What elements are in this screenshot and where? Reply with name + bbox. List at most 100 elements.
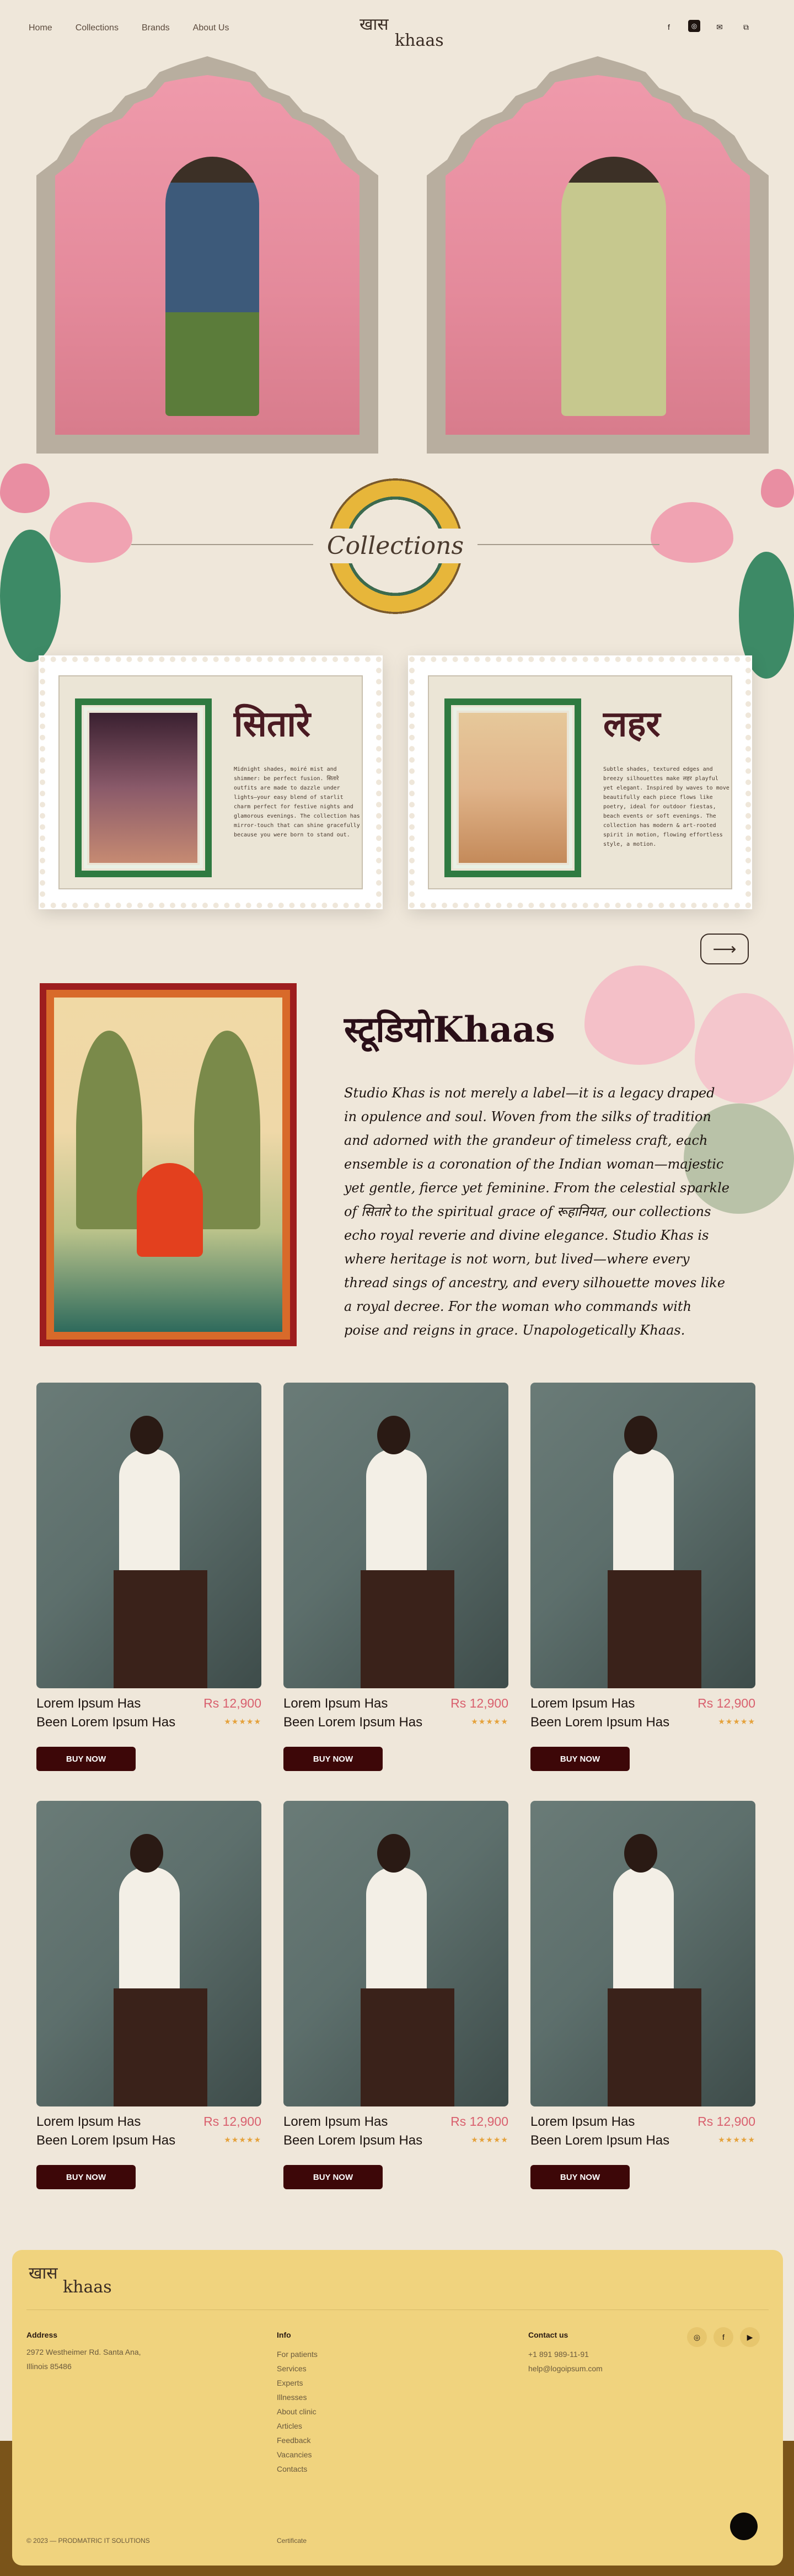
divider-line xyxy=(478,544,659,545)
chat-button[interactable] xyxy=(730,2513,758,2540)
youtube-icon[interactable]: ▶ xyxy=(740,2327,760,2347)
product-card[interactable]: Lorem Ipsum Has Been Lorem Ipsum Has Rs 12… xyxy=(36,1801,261,2189)
hero-image-right[interactable] xyxy=(446,75,750,435)
next-arrow-button[interactable]: ⟶ xyxy=(700,934,749,964)
address-text: 2972 Westheimer Rd. Santa Ana, Illinois … xyxy=(26,2345,141,2374)
info-link[interactable]: Vacancies xyxy=(277,2447,318,2462)
nav-links: Home Collections Brands About Us xyxy=(29,23,229,33)
product-subname: Been Lorem Ipsum Has xyxy=(530,1715,670,1730)
buy-now-button[interactable]: BUY NOW xyxy=(283,1747,383,1771)
woman-figure-icon xyxy=(137,1163,203,1257)
address-heading: Address xyxy=(26,2330,58,2339)
rating-stars-icon: ★★★★★ xyxy=(224,2135,261,2144)
info-links: For patients Services Experts Illnesses … xyxy=(277,2347,318,2476)
nav-link-collections[interactable]: Collections xyxy=(76,23,119,33)
stamp-frame xyxy=(75,698,212,877)
info-link[interactable]: Experts xyxy=(277,2376,318,2390)
instagram-icon[interactable]: ◎ xyxy=(688,20,700,32)
hero-image-left[interactable] xyxy=(55,75,360,435)
rating-stars-icon: ★★★★★ xyxy=(224,1717,261,1726)
product-name: Lorem Ipsum Has xyxy=(36,1696,141,1711)
nav-link-about[interactable]: About Us xyxy=(193,23,229,33)
model-head xyxy=(130,1834,163,1873)
product-price: Rs 12,900 xyxy=(450,2114,508,2129)
product-image[interactable] xyxy=(530,1801,755,2106)
contact-email[interactable]: help@logoipsum.com xyxy=(528,2361,603,2376)
product-image[interactable] xyxy=(530,1383,755,1688)
collection-card-sitare[interactable]: सितारे Midnight shades, moiré mist and s… xyxy=(39,655,383,909)
info-link[interactable]: Contacts xyxy=(277,2462,318,2476)
rating-stars-icon: ★★★★★ xyxy=(471,2135,508,2144)
contact-text: +1 891 989-11-91 help@logoipsum.com xyxy=(528,2347,603,2376)
info-heading: Info xyxy=(277,2330,291,2339)
stamp-paper: लहर Subtle shades, textured edges and br… xyxy=(428,675,732,889)
copyright: © 2023 — PRODMATRIC IT SOLUTIONS xyxy=(26,2537,150,2545)
lotus-right-icon xyxy=(761,469,794,508)
rating-stars-icon: ★★★★★ xyxy=(718,1717,755,1726)
collection-photo xyxy=(89,713,197,863)
address-line: Illinois 85486 xyxy=(26,2362,72,2371)
product-subname: Been Lorem Ipsum Has xyxy=(283,1715,423,1730)
footer-social: ◎ f ▶ xyxy=(687,2327,760,2347)
collection-card-lahar[interactable]: लहर Subtle shades, textured edges and br… xyxy=(408,655,752,909)
buy-now-button[interactable]: BUY NOW xyxy=(530,2165,630,2189)
product-price: Rs 12,900 xyxy=(698,2114,755,2129)
info-link[interactable]: Services xyxy=(277,2361,318,2376)
collection-description: Subtle shades, textured edges and breezy… xyxy=(603,766,729,847)
product-subname: Been Lorem Ipsum Has xyxy=(530,2133,670,2148)
lotus-right-icon xyxy=(651,502,733,563)
tree-icon xyxy=(76,1031,142,1229)
studio-painting xyxy=(40,983,297,1346)
info-link[interactable]: Feedback xyxy=(277,2433,318,2447)
nav-link-brands[interactable]: Brands xyxy=(142,23,170,33)
product-image[interactable] xyxy=(283,1801,508,2106)
collection-name: सितारे xyxy=(234,703,311,745)
product-name: Lorem Ipsum Has xyxy=(530,2114,635,2129)
footer-logo-devanagari: खास xyxy=(29,2264,58,2283)
buy-now-button[interactable]: BUY NOW xyxy=(36,2165,136,2189)
product-name: Lorem Ipsum Has xyxy=(283,2114,388,2129)
product-price: Rs 12,900 xyxy=(698,1696,755,1710)
product-price: Rs 12,900 xyxy=(203,1696,261,1710)
contact-heading: Contact us xyxy=(528,2330,568,2339)
divider-line xyxy=(131,544,313,545)
mail-icon[interactable]: ✉ xyxy=(712,20,727,34)
product-image[interactable] xyxy=(36,1801,261,2106)
nav-link-home[interactable]: Home xyxy=(29,23,52,33)
hero-arch-right xyxy=(427,56,769,454)
info-link[interactable]: For patients xyxy=(277,2347,318,2361)
share-icon[interactable]: ⧉ xyxy=(739,20,753,34)
model-figure-left xyxy=(165,157,259,416)
address-line: 2972 Westheimer Rd. Santa Ana, xyxy=(26,2348,141,2356)
certificate-link[interactable]: Certificate xyxy=(277,2534,307,2548)
collection-name: लहर xyxy=(603,703,661,745)
instagram-icon[interactable]: ◎ xyxy=(687,2327,707,2347)
contact-phone[interactable]: +1 891 989-11-91 xyxy=(528,2347,603,2361)
product-card[interactable]: Lorem Ipsum Has Been Lorem Ipsum Has Rs 12… xyxy=(530,1801,755,2189)
brand-logo[interactable]: खास khaas xyxy=(354,12,444,56)
hero-arch-left xyxy=(36,56,378,454)
lotus-decor-icon xyxy=(584,966,695,1065)
product-card[interactable]: Lorem Ipsum Has Been Lorem Ipsum Has Rs 12… xyxy=(283,1383,508,1771)
product-card[interactable]: Lorem Ipsum Has Been Lorem Ipsum Has Rs 12… xyxy=(530,1383,755,1771)
stool xyxy=(608,1570,701,1688)
product-image[interactable] xyxy=(36,1383,261,1688)
lotus-left-icon xyxy=(50,502,132,563)
product-subname: Been Lorem Ipsum Has xyxy=(36,2133,176,2148)
buy-now-button[interactable]: BUY NOW xyxy=(36,1747,136,1771)
facebook-icon[interactable]: f xyxy=(713,2327,733,2347)
model-head xyxy=(624,1416,657,1454)
stool xyxy=(608,1988,701,2106)
info-link[interactable]: About clinic xyxy=(277,2404,318,2419)
model-head xyxy=(377,1834,410,1873)
product-card[interactable]: Lorem Ipsum Has Been Lorem Ipsum Has Rs 12… xyxy=(283,1801,508,2189)
facebook-icon[interactable]: f xyxy=(662,20,676,34)
product-price: Rs 12,900 xyxy=(203,2114,261,2129)
product-image[interactable] xyxy=(283,1383,508,1688)
rating-stars-icon: ★★★★★ xyxy=(471,1717,508,1726)
info-link[interactable]: Illnesses xyxy=(277,2390,318,2404)
product-card[interactable]: Lorem Ipsum Has Been Lorem Ipsum Has Rs 12… xyxy=(36,1383,261,1771)
buy-now-button[interactable]: BUY NOW xyxy=(530,1747,630,1771)
info-link[interactable]: Articles xyxy=(277,2419,318,2433)
buy-now-button[interactable]: BUY NOW xyxy=(283,2165,383,2189)
